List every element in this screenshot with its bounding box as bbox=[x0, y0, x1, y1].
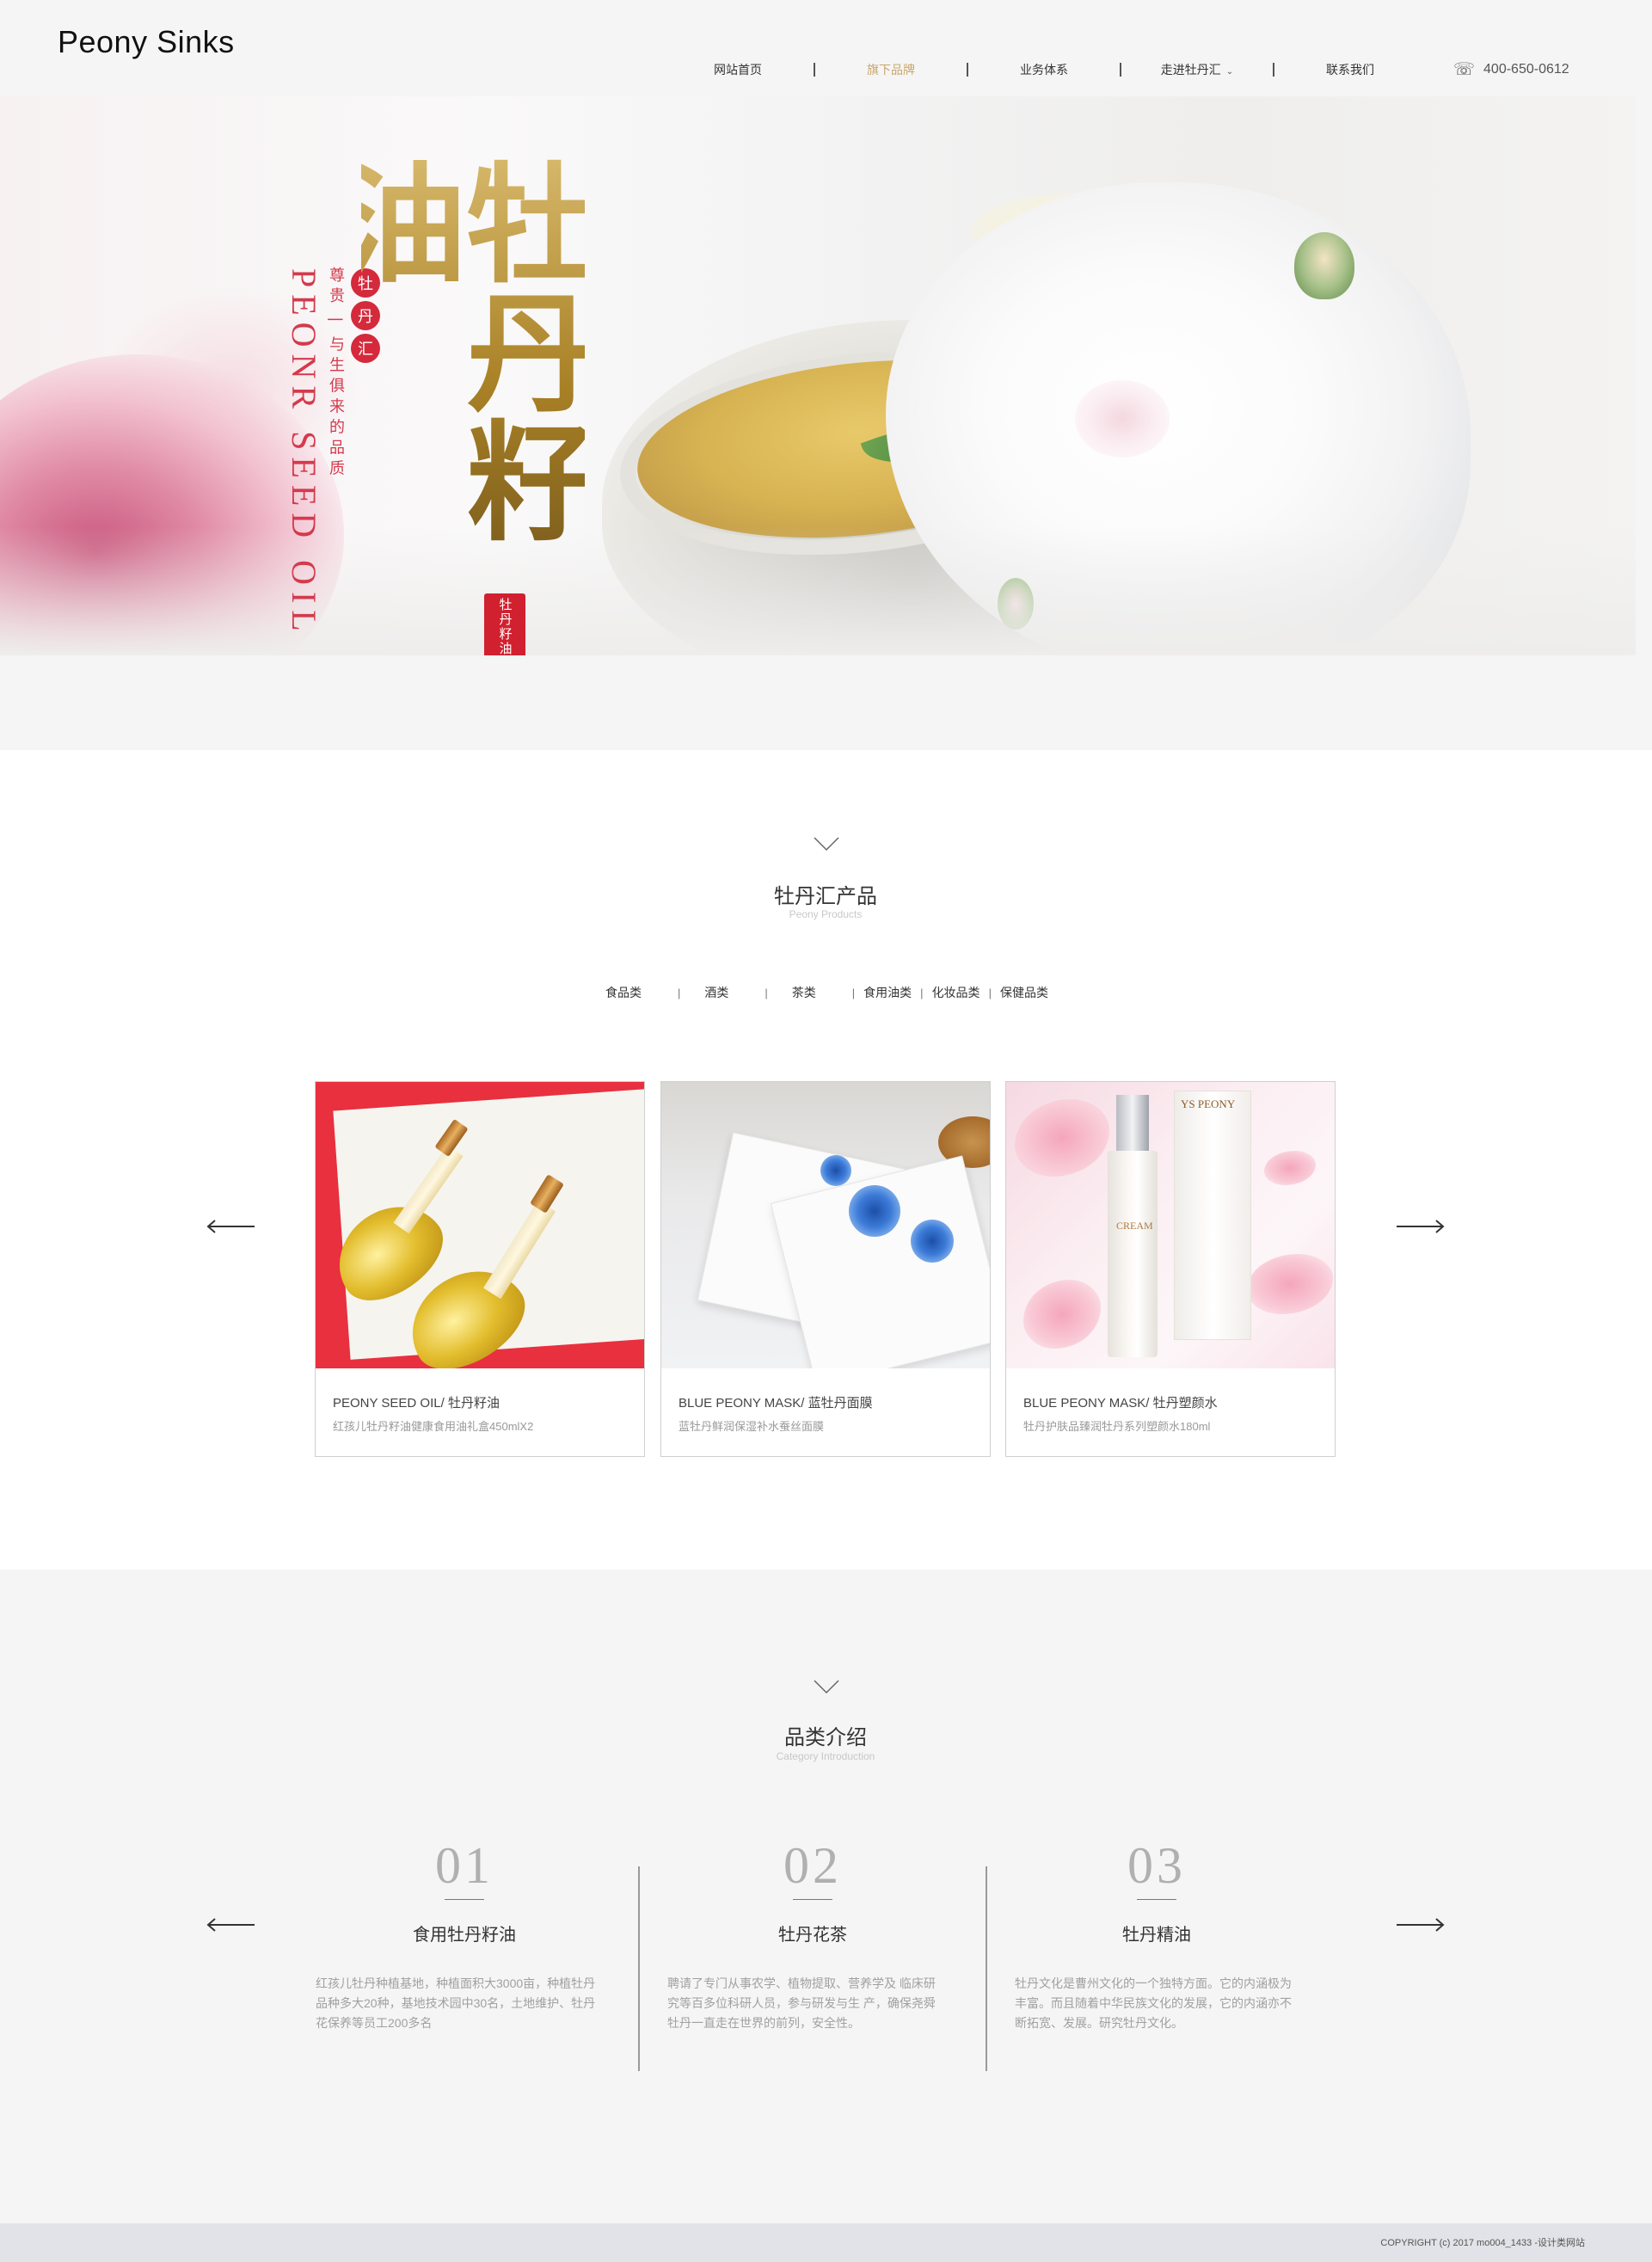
category-subtitle: Category Introduction bbox=[776, 1750, 875, 1762]
category-food[interactable]: 食品类 bbox=[593, 984, 678, 1001]
box-brand-text: YS PEONY bbox=[1181, 1097, 1236, 1110]
product-title: BLUE PEONY MASK/ 牡丹塑颜水 bbox=[1023, 1396, 1218, 1411]
arrow-left-icon[interactable] bbox=[206, 1219, 256, 1234]
peony-center bbox=[1075, 380, 1170, 458]
category-number: 03 bbox=[1127, 1837, 1186, 1894]
phone-number: 400-650-0612 bbox=[1483, 61, 1569, 77]
arrow-left-icon[interactable] bbox=[206, 1917, 256, 1933]
text-line: 红孩儿牡丹种植基地，种植面积大3000亩，种植牡丹 bbox=[316, 1976, 596, 1990]
product-title: BLUE PEONY MASK/ 蓝牡丹面膜 bbox=[679, 1396, 873, 1411]
arrow-right-icon[interactable] bbox=[1395, 1917, 1445, 1933]
text-line: 究等百多位科研人员，参与研发与生 产，确保尧舜 bbox=[667, 1996, 936, 2010]
category-section: 品类介绍 Category Introduction 01 食用牡丹籽油 红孩儿… bbox=[0, 1570, 1652, 2223]
category-tea[interactable]: 茶类 bbox=[768, 984, 852, 1001]
text-line: 丰富。而且随着中华民族文化的发展，它的内涵亦不 bbox=[1015, 1996, 1292, 2010]
product-card[interactable]: PEONY SEED OIL/ 牡丹籽油 红孩儿牡丹籽油健康食用油礼盒450ml… bbox=[315, 1081, 645, 1457]
category-filter: 食品类 | 酒类 | 茶类 | 食用油类 | 化妆品类 | 保健品类 bbox=[593, 984, 1057, 1001]
nav-about[interactable]: 走进牡丹汇 ⌄ bbox=[1121, 61, 1273, 78]
title-underline bbox=[445, 1899, 484, 1900]
category-item-title: 牡丹精油 bbox=[1122, 1926, 1191, 1945]
category-wine[interactable]: 酒类 bbox=[680, 984, 765, 1001]
banner-english-title: PEONR SEED OIL bbox=[285, 268, 323, 638]
nav-about-label: 走进牡丹汇 bbox=[1160, 63, 1221, 77]
title-underline bbox=[1137, 1899, 1176, 1900]
chevron-down-icon bbox=[814, 1680, 839, 1694]
product-image-seed-oil bbox=[316, 1082, 644, 1368]
arrow-right-icon[interactable] bbox=[1395, 1219, 1445, 1234]
nav-contact[interactable]: 联系我们 bbox=[1274, 61, 1426, 78]
text-line: 牡丹文化是曹州文化的一个独特方面。它的内涵极为 bbox=[1015, 1976, 1292, 1990]
title-underline bbox=[793, 1899, 832, 1900]
products-subtitle: Peony Products bbox=[789, 908, 863, 920]
text-line: 断拓宽、发展。研究牡丹文化。 bbox=[1015, 2016, 1183, 2030]
category-item-title: 食用牡丹籽油 bbox=[413, 1926, 516, 1945]
product-description: 牡丹护肤品臻润牡丹系列塑颜水180ml bbox=[1023, 1420, 1211, 1433]
nav-business[interactable]: 业务体系 bbox=[968, 61, 1120, 78]
category-item-text: 红孩儿牡丹种植基地，种植面积大3000亩，种植牡丹 品种多大20种，基地技术园中… bbox=[316, 1974, 634, 2033]
copyright-text: COPYRIGHT (c) 2017 mo004_1433 -设计类网站 bbox=[1380, 2238, 1585, 2248]
main-nav: 网站首页 旗下品牌 业务体系 走进牡丹汇 ⌄ 联系我们 bbox=[662, 57, 1426, 83]
nav-home[interactable]: 网站首页 bbox=[662, 61, 814, 78]
category-title: 品类介绍 bbox=[784, 1726, 867, 1749]
text-line: 牡丹一直走在世界的前列，安全性。 bbox=[667, 2016, 860, 2030]
text-line: 品种多大20种，基地技术园中30名，土地维护、牡丹 bbox=[316, 1996, 596, 2010]
category-number: 02 bbox=[783, 1837, 842, 1894]
product-description: 红孩儿牡丹籽油健康食用油礼盒450mlX2 bbox=[333, 1420, 534, 1433]
site-header: Peony Sinks 网站首页 旗下品牌 业务体系 走进牡丹汇 ⌄ 联系我们 ☏… bbox=[0, 0, 1652, 96]
site-logo[interactable]: Peony Sinks bbox=[58, 24, 235, 60]
banner-slogan: 尊贵 | 与生俱来的品质 bbox=[328, 267, 345, 481]
product-title: PEONY SEED OIL/ 牡丹籽油 bbox=[333, 1396, 500, 1411]
product-image-toner: YS PEONY CREAM bbox=[1006, 1082, 1335, 1368]
telephone-icon: ☏ bbox=[1453, 60, 1476, 79]
nav-brands[interactable]: 旗下品牌 bbox=[815, 61, 967, 78]
column-divider bbox=[986, 1866, 987, 2071]
peony-bud-image bbox=[1294, 232, 1354, 299]
products-title: 牡丹汇产品 bbox=[774, 885, 877, 908]
category-oil[interactable]: 食用油类 bbox=[855, 984, 920, 1001]
banner-fade bbox=[0, 526, 1636, 655]
category-item-text: 聘请了专门从事农学、植物提取、营养学及 临床研 究等百多位科研人员，参与研发与生… bbox=[667, 1974, 986, 2033]
product-description: 蓝牡丹鲜润保湿补水蚕丝面膜 bbox=[679, 1420, 825, 1433]
site-footer: COPYRIGHT (c) 2017 mo004_1433 -设计类网站 bbox=[0, 2223, 1652, 2262]
category-number: 01 bbox=[435, 1837, 494, 1894]
category-cosmetics[interactable]: 化妆品类 bbox=[924, 984, 989, 1001]
category-health[interactable]: 保健品类 bbox=[992, 984, 1057, 1001]
red-stamp: 牡丹籽油 bbox=[484, 593, 525, 655]
hero-banner[interactable]: PEONR SEED OIL 尊贵 | 与生俱来的品质 牡 丹 汇 牡丹籽油 牡… bbox=[0, 96, 1636, 655]
product-image-mask bbox=[661, 1082, 990, 1368]
product-card[interactable]: BLUE PEONY MASK/ 蓝牡丹面膜 蓝牡丹鲜润保湿补水蚕丝面膜 bbox=[660, 1081, 991, 1457]
phone-contact: ☏ 400-650-0612 bbox=[1453, 58, 1569, 80]
text-line: 花保养等员工200多名 bbox=[316, 2016, 433, 2030]
bottle-label-text: CREAM bbox=[1116, 1220, 1153, 1232]
chevron-down-icon bbox=[814, 837, 839, 851]
product-card[interactable]: YS PEONY CREAM BLUE PEONY MASK/ 牡丹塑颜水 牡丹… bbox=[1005, 1081, 1336, 1457]
products-section: 牡丹汇产品 Peony Products 食品类 | 酒类 | 茶类 | 食用油… bbox=[0, 750, 1652, 1570]
text-line: 聘请了专门从事农学、植物提取、营养学及 临床研 bbox=[667, 1976, 936, 1990]
category-item-text: 牡丹文化是曹州文化的一个独特方面。它的内涵极为 丰富。而且随着中华民族文化的发展… bbox=[1015, 1974, 1333, 2033]
category-item-title: 牡丹花茶 bbox=[778, 1926, 847, 1945]
banner-calligraphy: 牡丹籽油 bbox=[316, 157, 596, 569]
chevron-down-icon: ⌄ bbox=[1225, 67, 1234, 77]
column-divider bbox=[638, 1866, 640, 2071]
